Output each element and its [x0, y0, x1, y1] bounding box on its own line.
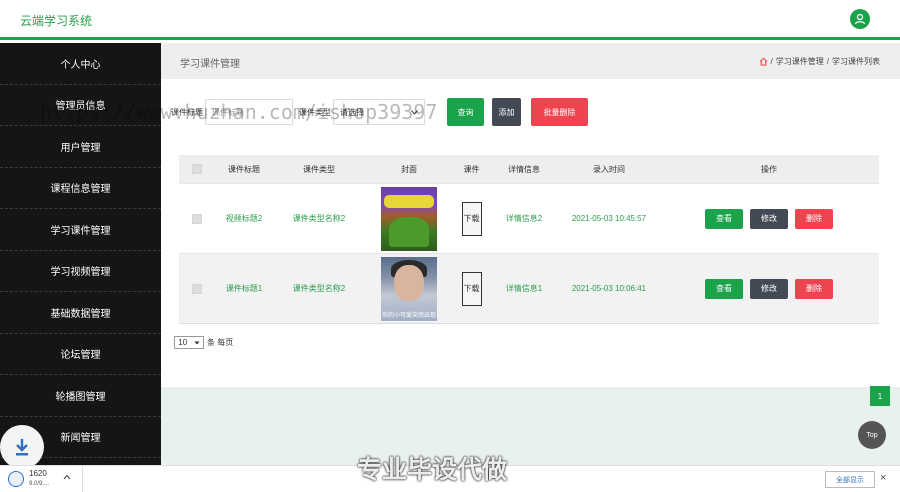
view-button[interactable]: 查看	[705, 208, 743, 229]
row-checkbox[interactable]	[191, 213, 202, 224]
sidebar-item-label: 用户管理	[60, 142, 101, 154]
sidebar-item-profile[interactable]: 个人中心	[0, 43, 161, 85]
sidebar-item-label: 轮播图管理	[55, 391, 106, 403]
top-bar: 云端学习系统	[0, 0, 900, 40]
column-header: 封面	[401, 164, 417, 174]
promo-caption: 专业毕设代做	[357, 456, 508, 484]
cover-caption: 你的小可爱突然出现	[381, 312, 436, 319]
page-title: 学习课件管理	[180, 59, 240, 70]
breadcrumb-item: 学习课件列表	[832, 57, 880, 66]
close-icon[interactable]: ×	[880, 472, 886, 484]
download-button[interactable]: 下载	[461, 271, 482, 306]
cell-title: 课件标题1	[225, 284, 263, 293]
download-arrow-icon	[16, 439, 28, 456]
chevron-up-icon[interactable]	[63, 474, 71, 480]
cell-type: 课件类型名称2	[292, 284, 346, 293]
sidebar-item-videos[interactable]: 学习视频管理	[0, 251, 161, 292]
breadcrumb-separator: /	[770, 57, 773, 66]
delete-button[interactable]: 删除	[795, 278, 833, 299]
batch-delete-button[interactable]: 批量删除	[531, 98, 588, 126]
divider	[82, 466, 83, 492]
cell-type: 课件类型名称2	[292, 214, 346, 223]
download-file-size: 9.0/9....	[29, 481, 50, 487]
cover-image	[381, 186, 437, 251]
breadcrumb-separator: /	[826, 57, 829, 66]
sidebar-item-label: 课程信息管理	[50, 184, 111, 196]
sidebar-item-base-data[interactable]: 基础数据管理	[0, 292, 161, 334]
table-row: 视频标题2 课件类型名称2 下载 详情信息2 2021-05-03 10:45:…	[179, 183, 879, 253]
home-icon[interactable]	[759, 57, 768, 66]
column-header: 课件标题	[228, 164, 260, 174]
user-avatar[interactable]	[850, 9, 870, 29]
column-header: 操作	[761, 164, 777, 174]
table-header: 课件标题 课件类型 封面 课件 详情信息 录入时间 操作	[179, 155, 879, 183]
show-all-button[interactable]: 全部显示	[825, 471, 875, 488]
cell-time: 2021-05-03 10:45:57	[571, 214, 647, 223]
table-row: 课件标题1 课件类型名称2 你的小可爱突然出现 下载 详情信息1 2021-05…	[179, 253, 879, 323]
download-fab[interactable]	[0, 425, 44, 469]
column-header: 录入时间	[593, 164, 625, 174]
sidebar-item-label: 论坛管理	[60, 350, 101, 362]
search-button-label: 查询	[457, 107, 474, 117]
column-header: 课件	[463, 164, 480, 174]
select-all-checkbox[interactable]	[191, 164, 202, 174]
back-to-top-button[interactable]: Top	[858, 421, 886, 449]
cover-image: 你的小可爱突然出现	[381, 256, 437, 321]
cell-detail: 详情信息1	[505, 284, 543, 293]
page-size-select[interactable]: 10	[174, 336, 204, 349]
search-button[interactable]: 查询	[447, 98, 484, 126]
sidebar-item-label: 基础数据管理	[50, 308, 111, 320]
sidebar-item-forum[interactable]: 论坛管理	[0, 334, 161, 375]
add-button[interactable]: 添加	[492, 98, 521, 126]
download-file-name[interactable]: 1620	[29, 469, 47, 478]
view-button[interactable]: 查看	[705, 278, 743, 299]
sidebar-item-courses[interactable]: 课程信息管理	[0, 168, 161, 209]
page-size-value: 10	[178, 338, 188, 347]
add-button-label: 添加	[498, 107, 515, 117]
chevron-down-icon	[194, 341, 200, 344]
sidebar-item-label: 个人中心	[60, 59, 101, 71]
cell-detail: 详情信息2	[505, 214, 543, 223]
delete-button[interactable]: 删除	[795, 208, 833, 229]
sidebar-item-users[interactable]: 用户管理	[0, 126, 161, 168]
watermark-text: https://www.huzhan.com/ishop39397	[40, 100, 438, 124]
row-checkbox[interactable]	[191, 283, 202, 294]
page-button-current[interactable]: 1	[870, 386, 890, 406]
edit-button[interactable]: 修改	[750, 208, 788, 229]
breadcrumb: / 学习课件管理 / 学习课件列表	[759, 56, 880, 67]
batch-delete-label: 批量删除	[543, 107, 576, 117]
cell-time: 2021-05-03 10:06:41	[571, 284, 647, 293]
courseware-table: 课件标题 课件类型 封面 课件 详情信息 录入时间 操作 视频标题2 课件类型名…	[179, 155, 879, 324]
pagination: 10 条 每页	[174, 336, 233, 349]
sidebar-item-carousel[interactable]: 轮播图管理	[0, 375, 161, 417]
column-header: 课件类型	[303, 164, 335, 174]
per-page-label: 条 每页	[207, 338, 234, 347]
page-header: 学习课件管理 / 学习课件管理 / 学习课件列表	[161, 43, 900, 79]
content-panel: 课件标题 课件标题 课件类型 请选择 查询 添加 批量删除 课件标题 课件类型 …	[161, 79, 900, 406]
user-icon	[854, 13, 866, 25]
sidebar-item-courseware[interactable]: 学习课件管理	[0, 209, 161, 251]
file-icon[interactable]	[8, 471, 24, 487]
sidebar-item-label: 学习视频管理	[50, 267, 111, 279]
sidebar-item-label: 新闻管理	[60, 433, 101, 445]
download-button[interactable]: 下载	[461, 201, 482, 236]
app-title: 云端学习系统	[20, 14, 93, 28]
column-header: 详情信息	[508, 164, 540, 174]
sidebar-item-label: 学习课件管理	[50, 225, 111, 237]
edit-button[interactable]: 修改	[750, 278, 788, 299]
breadcrumb-item[interactable]: 学习课件管理	[776, 56, 824, 67]
cell-title: 视频标题2	[225, 214, 263, 223]
